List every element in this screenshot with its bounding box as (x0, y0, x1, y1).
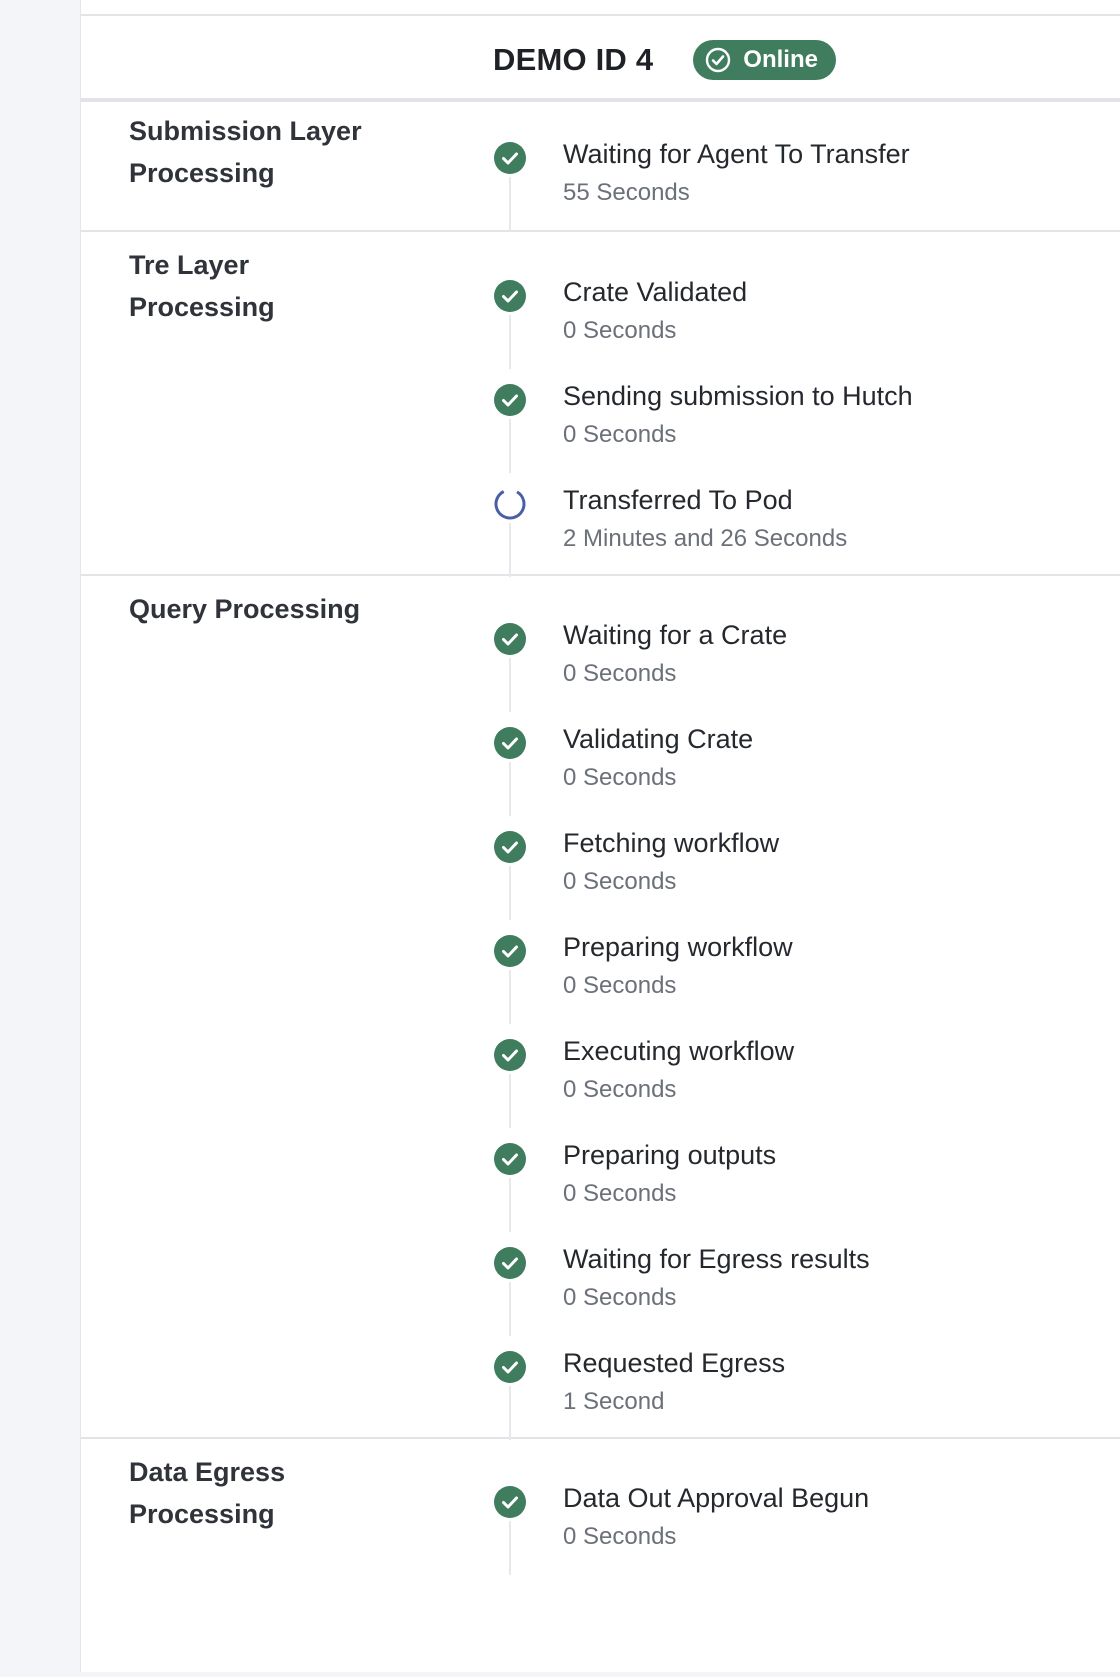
timeline-connector (509, 762, 511, 816)
step-duration: 0 Seconds (563, 1076, 677, 1103)
step-label: Transferred To Pod (563, 485, 793, 515)
process-section: Tre Layer Processing Crate Validated 0 Sec… (81, 230, 1120, 577)
check-circle-icon (494, 1039, 526, 1071)
step-label: Requested Egress (563, 1348, 786, 1378)
timeline-connector (509, 1178, 511, 1232)
section-title: Tre Layer Processing (129, 250, 275, 322)
timeline-connector (509, 523, 511, 577)
section-title: Data Egress Processing (129, 1457, 286, 1529)
check-circle-icon (494, 623, 526, 655)
timeline-connector (509, 866, 511, 920)
step-duration: 0 Seconds (563, 660, 677, 687)
step-label: Executing workflow (563, 1036, 795, 1066)
check-circle-icon (494, 1486, 526, 1518)
section-title: Submission Layer Processing (129, 116, 362, 188)
submission-status-panel: DEMO ID 4 Online Submission Layer Proces… (80, 0, 1120, 1672)
check-circle-icon (494, 727, 526, 759)
panel-header: DEMO ID 4 Online (81, 16, 1120, 102)
process-section: Data Egress Processing Data Out Approval … (81, 1437, 1120, 1677)
step-label: Preparing outputs (563, 1140, 777, 1170)
step-duration: 2 Minutes and 26 Seconds (563, 525, 848, 552)
step-duration: 0 Seconds (563, 1180, 677, 1207)
step-label: Validating Crate (563, 724, 754, 754)
check-circle-icon (494, 1143, 526, 1175)
timeline-connector (509, 1521, 511, 1575)
step-duration: 0 Seconds (563, 868, 677, 895)
status-badge: Online (693, 40, 836, 80)
check-circle-icon (706, 47, 731, 73)
step-duration: 1 Second (563, 1388, 665, 1415)
check-circle-icon (494, 280, 526, 312)
step-duration: 0 Seconds (563, 972, 677, 999)
process-section: Submission Layer Processing Waiting for A… (81, 96, 1120, 232)
timeline-connector (509, 970, 511, 1024)
timeline-connector (509, 315, 511, 369)
status-badge-label: Online (743, 46, 818, 73)
check-circle-icon (494, 142, 526, 174)
step-duration: 0 Seconds (563, 1523, 677, 1550)
step-duration: 0 Seconds (563, 1284, 677, 1311)
check-circle-icon (494, 935, 526, 967)
step-label: Waiting for Egress results (563, 1244, 870, 1274)
step-duration: 55 Seconds (563, 179, 690, 206)
check-circle-icon (494, 831, 526, 863)
section-title: Query Processing (129, 594, 361, 624)
step-label: Waiting for Agent To Transfer (563, 139, 910, 169)
step-duration: 0 Seconds (563, 421, 677, 448)
step-duration: 0 Seconds (563, 764, 677, 791)
spinner-icon (494, 488, 526, 520)
step-duration: 0 Seconds (563, 317, 677, 344)
timeline-connector (509, 1386, 511, 1440)
step-label: Sending submission to Hutch (563, 381, 913, 411)
step-label: Preparing workflow (563, 932, 793, 962)
step-label: Crate Validated (563, 277, 748, 307)
check-circle-icon (494, 1351, 526, 1383)
page-title: DEMO ID 4 (493, 42, 654, 77)
process-section: Query Processing Waiting for a Crate 0 Sec… (81, 574, 1120, 1440)
timeline-connector (509, 1282, 511, 1336)
step-label: Fetching workflow (563, 828, 780, 858)
timeline-connector (509, 1074, 511, 1128)
check-circle-icon (494, 1247, 526, 1279)
step-label: Waiting for a Crate (563, 620, 788, 650)
timeline-connector (509, 419, 511, 473)
step-label: Data Out Approval Begun (563, 1483, 870, 1513)
timeline-connector (509, 177, 511, 231)
timeline-connector (509, 658, 511, 712)
check-circle-icon (494, 384, 526, 416)
